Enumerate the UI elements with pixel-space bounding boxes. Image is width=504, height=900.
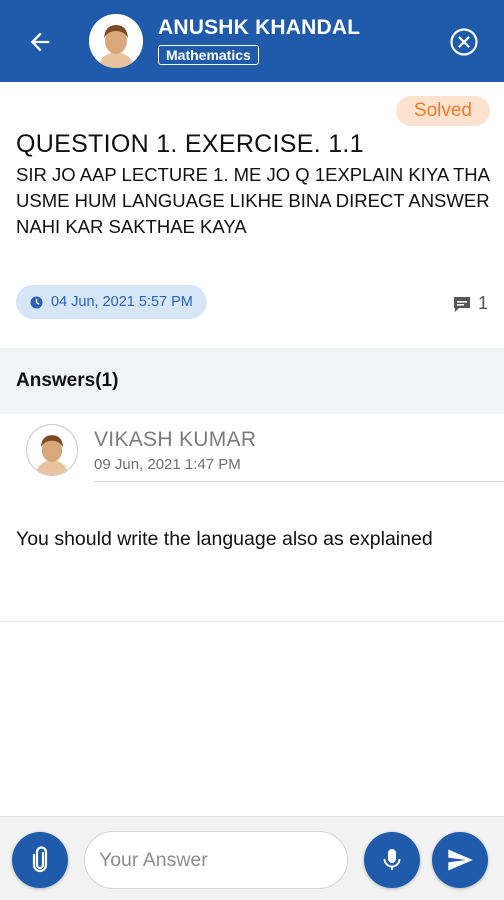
question-date-chip: 04 Jun, 2021 5:57 PM bbox=[16, 285, 207, 319]
avatar bbox=[89, 14, 143, 68]
send-icon bbox=[448, 849, 473, 871]
comment-count: 1 bbox=[477, 293, 488, 313]
comments-button[interactable]: 1 bbox=[452, 293, 488, 314]
user-name: ANUSHK KHANDAL bbox=[158, 16, 361, 39]
answers-section-header: Answers(1) bbox=[0, 348, 504, 414]
paperclip-icon bbox=[32, 846, 48, 873]
answer-author: VIKASH KUMAR bbox=[94, 428, 257, 451]
arrow-left-icon bbox=[30, 32, 50, 52]
comment-icon bbox=[453, 296, 470, 312]
attach-button[interactable] bbox=[12, 832, 68, 888]
microphone-icon bbox=[383, 849, 401, 870]
microphone-button[interactable] bbox=[364, 832, 420, 888]
answer-date: 09 Jun, 2021 1:47 PM bbox=[94, 456, 241, 473]
subject-badge: Mathematics bbox=[158, 45, 259, 65]
close-button[interactable] bbox=[446, 24, 482, 60]
question-title: QUESTION 1. EXERCISE. 1.1 bbox=[16, 130, 364, 158]
close-circle-icon bbox=[450, 28, 478, 56]
question-card: Solved QUESTION 1. EXERCISE. 1.1 SIR JO … bbox=[0, 82, 504, 348]
answer-item: VIKASH KUMAR 09 Jun, 2021 1:47 PM You sh… bbox=[0, 414, 504, 622]
send-button[interactable] bbox=[432, 832, 488, 888]
divider bbox=[94, 481, 504, 482]
answer-input[interactable] bbox=[84, 831, 348, 889]
user-avatar-icon bbox=[27, 425, 77, 475]
user-avatar-icon bbox=[89, 14, 143, 68]
answers-title: Answers(1) bbox=[16, 370, 119, 391]
clock-icon bbox=[30, 295, 43, 309]
status-badge: Solved bbox=[395, 96, 490, 126]
question-date: 04 Jun, 2021 5:57 PM bbox=[51, 294, 193, 310]
compose-bar bbox=[0, 816, 504, 900]
answer-text: You should write the language also as ex… bbox=[16, 528, 433, 550]
back-button[interactable] bbox=[20, 22, 60, 62]
answer-avatar bbox=[26, 424, 78, 476]
top-app-bar: ANUSHK KHANDAL Mathematics bbox=[0, 0, 504, 82]
question-body: SIR JO AAP LECTURE 1. ME JO Q 1EXPLAIN K… bbox=[16, 164, 490, 237]
